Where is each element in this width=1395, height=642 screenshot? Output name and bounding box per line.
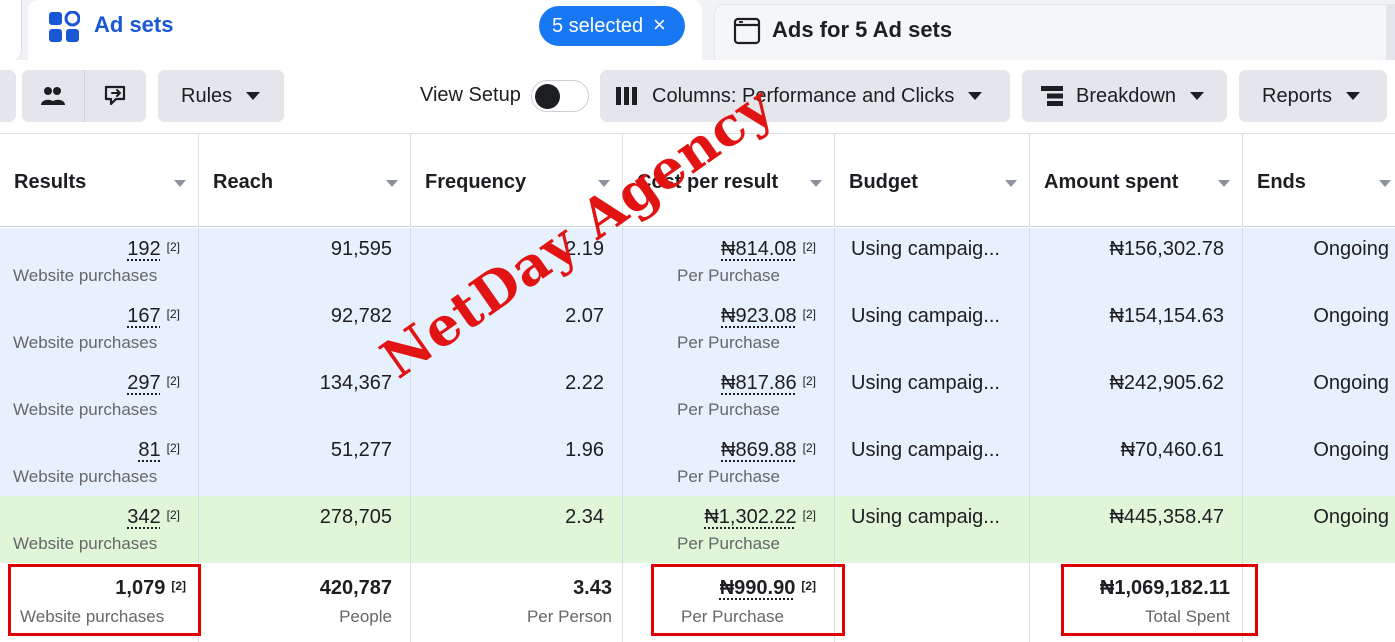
- results-cell: 192 [2] Website purchases: [0, 228, 199, 295]
- reach-cell: 134,367: [199, 362, 411, 429]
- frequency-cell: 2.34: [411, 496, 623, 563]
- reports-label: Reports: [1262, 84, 1333, 107]
- ends-cell: Ongoing: [1313, 305, 1389, 327]
- results-cell: 81 [2] Website purchases: [0, 429, 199, 496]
- reach-total-cell: 420,787 People: [199, 563, 411, 642]
- results-cell: 342 [2] Website purchases: [0, 496, 199, 563]
- budget-cell: Using campaig...: [835, 228, 1030, 295]
- ad-document-icon: [733, 17, 761, 45]
- view-setup-toggle[interactable]: [531, 80, 589, 112]
- columns-icon: [616, 87, 638, 105]
- toolbar-left-button-stub[interactable]: [0, 70, 16, 122]
- cost-per-result-cell: ₦814.08 [2] Per Purchase: [623, 228, 835, 295]
- column-header-amount-spent[interactable]: Amount spent: [1030, 134, 1243, 227]
- reach-cell: 91,595: [199, 228, 411, 295]
- sort-caret-icon[interactable]: [1005, 180, 1017, 187]
- table-row[interactable]: 342 [2] Website purchases 278,705 2.34 ₦1…: [0, 496, 1395, 563]
- frequency-total-cell: 3.43 Per Person: [411, 563, 623, 642]
- reports-dropdown[interactable]: Reports: [1239, 70, 1387, 122]
- frequency-cell: 2.22: [411, 362, 623, 429]
- tab-ad-sets[interactable]: Ad sets 5 selected ×: [28, 0, 702, 62]
- close-icon[interactable]: ×: [653, 14, 671, 36]
- column-header-results[interactable]: Results: [0, 134, 199, 227]
- scrollbar[interactable]: [1386, 5, 1394, 61]
- ends-cell: Ongoing: [1313, 506, 1389, 528]
- breakdown-label: Breakdown: [1076, 84, 1177, 107]
- frequency-cell: 1.96: [411, 429, 623, 496]
- sort-caret-icon[interactable]: [1379, 180, 1391, 187]
- tab-ad-sets-label: Ad sets: [94, 12, 174, 37]
- table-row[interactable]: 81 [2] Website purchases 51,277 1.96 ₦869…: [0, 429, 1395, 496]
- ends-cell: Ongoing: [1313, 372, 1389, 394]
- share-icon: [104, 85, 125, 106]
- rules-label: Rules: [181, 84, 233, 107]
- toggle-knob: [535, 84, 560, 109]
- column-header-budget[interactable]: Budget: [835, 134, 1030, 227]
- column-header-reach[interactable]: Reach: [199, 134, 411, 227]
- highlight-box-results: [8, 564, 201, 636]
- sort-caret-icon[interactable]: [386, 180, 398, 187]
- columns-dropdown[interactable]: Columns: Performance and Clicks: [600, 70, 1010, 122]
- budget-cell: Using campaig...: [835, 295, 1030, 362]
- reach-cell: 278,705: [199, 496, 411, 563]
- tab-strip: Ad sets 5 selected × Ads for 5 Ad sets: [0, 0, 1395, 62]
- results-cell: 297 [2] Website purchases: [0, 362, 199, 429]
- rules-dropdown[interactable]: Rules: [158, 70, 284, 122]
- table-row[interactable]: 297 [2] Website purchases 134,367 2.22 ₦8…: [0, 362, 1395, 429]
- share-button[interactable]: [84, 70, 146, 122]
- amount-spent-cell: ₦156,302.78: [1030, 228, 1243, 295]
- audience-button[interactable]: [22, 70, 84, 122]
- reach-cell: 51,277: [199, 429, 411, 496]
- budget-cell: Using campaig...: [835, 496, 1030, 563]
- sort-caret-icon[interactable]: [174, 180, 186, 187]
- tab-previous-stub[interactable]: [0, 0, 22, 60]
- selection-badge[interactable]: 5 selected ×: [539, 6, 685, 46]
- breakdown-icon: [1041, 86, 1063, 106]
- cost-per-result-cell: ₦923.08 [2] Per Purchase: [623, 295, 835, 362]
- sort-caret-icon[interactable]: [1218, 180, 1230, 187]
- cost-per-result-cell: ₦869.88 [2] Per Purchase: [623, 429, 835, 496]
- cost-per-result-cell: ₦1,302.22 [2] Per Purchase: [623, 496, 835, 563]
- caret-down-icon: [246, 92, 261, 100]
- columns-label: Columns: Performance and Clicks: [652, 84, 955, 107]
- highlight-box-cost-per-result: [651, 564, 845, 636]
- view-setup-label: View Setup: [420, 84, 521, 106]
- sort-caret-icon[interactable]: [810, 180, 822, 187]
- budget-total-cell: [835, 563, 1030, 642]
- amount-spent-cell: ₦70,460.61: [1030, 429, 1243, 496]
- table-row[interactable]: 167 [2] Website purchases 92,782 2.07 ₦92…: [0, 295, 1395, 362]
- amount-spent-cell: ₦242,905.62: [1030, 362, 1243, 429]
- budget-cell: Using campaig...: [835, 362, 1030, 429]
- tab-ads-label: Ads for 5 Ad sets: [772, 17, 953, 42]
- caret-down-icon: [1190, 92, 1205, 100]
- ends-cell: Ongoing: [1313, 439, 1389, 461]
- caret-down-icon: [1346, 92, 1361, 100]
- highlight-box-amount-spent: [1061, 564, 1258, 636]
- budget-cell: Using campaig...: [835, 429, 1030, 496]
- amount-spent-cell: ₦445,358.47: [1030, 496, 1243, 563]
- amount-spent-cell: ₦154,154.63: [1030, 295, 1243, 362]
- people-icon: [41, 87, 65, 105]
- cost-per-result-cell: ₦817.86 [2] Per Purchase: [623, 362, 835, 429]
- results-cell: 167 [2] Website purchases: [0, 295, 199, 362]
- table-row[interactable]: 192 [2] Website purchases 91,595 2.19 ₦81…: [0, 228, 1395, 295]
- ends-total-cell: [1243, 563, 1395, 642]
- grid-icon: [49, 11, 80, 42]
- column-header-ends[interactable]: Ends: [1243, 134, 1395, 227]
- caret-down-icon: [968, 92, 983, 100]
- breakdown-dropdown[interactable]: Breakdown: [1022, 70, 1227, 122]
- selection-count-label: 5 selected: [552, 14, 644, 37]
- ends-cell: Ongoing: [1313, 238, 1389, 260]
- tab-ads[interactable]: Ads for 5 Ad sets: [714, 4, 1395, 61]
